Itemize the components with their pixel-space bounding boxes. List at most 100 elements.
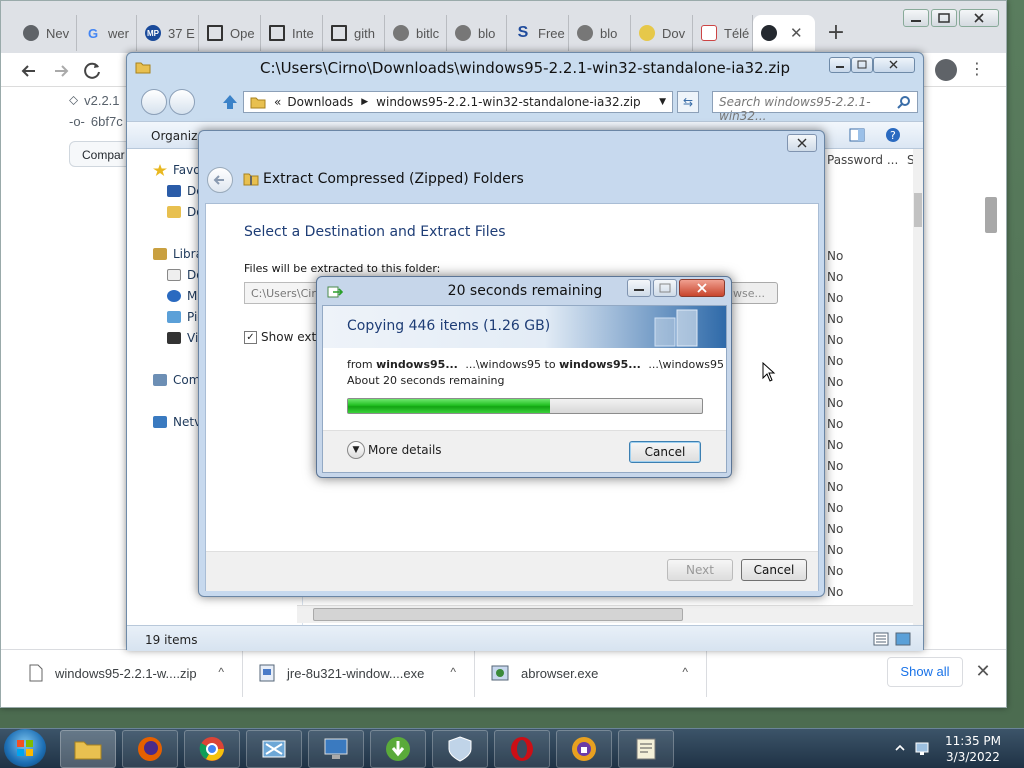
menu-kebab-icon[interactable]: ⋮ [969,59,985,81]
explorer-minimize-button[interactable] [829,57,851,73]
taskbar-chrome[interactable] [184,730,240,768]
from-word: from [347,358,373,371]
download-item-3[interactable]: abrowser.exe ^ [475,649,707,697]
nav-network[interactable]: Netv [153,415,201,429]
organize-menu[interactable]: Organize [151,129,205,143]
horizontal-scrollbar[interactable] [297,605,913,623]
download-item-2[interactable]: jre-8u321-window....exe ^ [243,649,475,697]
more-details-toggle[interactable]: ▼ More details [347,441,442,459]
chrome-icon [23,25,39,41]
scrollbar-thumb[interactable] [914,193,922,227]
forward-button[interactable] [47,57,75,85]
chevron-up-icon[interactable]: ^ [218,665,224,679]
globe-icon [455,25,471,41]
taskbar-app-network[interactable] [246,730,302,768]
tab-2[interactable]: G wer [77,15,137,51]
breadcrumb-overflow[interactable]: « [274,95,281,109]
commit-hash[interactable]: -o- 6bf7c [69,114,123,129]
breadcrumb-zip[interactable]: windows95-2.2.1-win32-standalone-ia32.zi… [376,95,641,109]
copy-minimize-button[interactable] [627,279,651,297]
help-icon[interactable]: ? [885,127,901,143]
network-icon [153,416,167,428]
search-input[interactable]: Search windows95-2.2.1-win32... [712,91,918,123]
nav-libraries[interactable]: Libra [153,247,203,261]
show-all-downloads-button[interactable]: Show all [887,657,963,687]
copy-close-button[interactable] [679,279,725,297]
close-icon [889,60,898,69]
taskbar-app-shield[interactable] [432,730,488,768]
start-button[interactable] [4,729,46,767]
details-view-icon[interactable] [873,632,889,646]
close-tab-icon[interactable]: ✕ [790,24,803,42]
vertical-scrollbar[interactable] [913,149,923,625]
tab-4[interactable]: Ope [199,15,261,51]
notes-icon [636,738,656,760]
chevron-up-icon[interactable]: ^ [682,665,688,679]
taskbar-app-lock[interactable] [556,730,612,768]
file-icon [29,664,43,682]
chevron-up-icon[interactable]: ^ [450,665,456,679]
explorer-forward-button[interactable] [169,89,195,115]
back-button[interactable] [15,57,43,85]
tab-github-active[interactable]: ✕ [753,15,815,51]
new-tab-button[interactable]: + [823,21,849,47]
tab-1[interactable]: Nev [15,15,77,51]
copy-cancel-button[interactable]: Cancel [629,441,701,463]
close-download-bar-icon[interactable]: ✕ [973,661,993,683]
system-clock[interactable]: 11:35 PM 3/3/2022 [938,733,1008,767]
explorer-close-button[interactable] [873,57,915,73]
taskbar-opera[interactable] [494,730,550,768]
tab-5[interactable]: Inte [261,15,323,51]
explorer-maximize-button[interactable] [851,57,873,73]
taskbar-firefox[interactable] [122,730,178,768]
nav-computer[interactable]: Com [153,373,200,387]
minimize-button[interactable] [903,9,929,27]
column-password[interactable]: Password ... [827,153,898,167]
tab-7[interactable]: bitlc [385,15,447,51]
wizard-close-button[interactable] [787,134,817,152]
hscroll-thumb[interactable] [313,608,683,621]
tray-chevron-icon[interactable] [894,742,906,754]
profile-avatar[interactable] [935,59,957,81]
copy-maximize-button[interactable] [653,279,677,297]
show-files-checkbox[interactable]: ✓ [244,330,257,344]
tab-3[interactable]: MP 37 E [137,15,199,51]
taskbar-app-monitor[interactable] [308,730,364,768]
release-tag[interactable]: ⬦ v2.2.1 [69,92,120,108]
breadcrumb-downloads[interactable]: Downloads [287,95,353,109]
explorer-back-button[interactable] [141,89,167,115]
page-scrollbar-thumb[interactable] [985,197,997,233]
close-window-button[interactable] [959,9,999,27]
globe-icon [393,25,409,41]
taskbar-app-notes[interactable] [618,730,674,768]
wizard-cancel-button[interactable]: Cancel [741,559,807,581]
wizard-back-button[interactable] [207,167,233,193]
download-item-1[interactable]: windows95-2.2.1-w....zip ^ [1,649,243,697]
star-icon [153,164,167,176]
next-button[interactable]: Next [667,559,733,581]
mouse-cursor-icon [762,362,776,382]
reload-button[interactable] [79,57,107,85]
tab-9[interactable]: S Free [507,15,569,51]
to-folder-link[interactable]: windows95... [559,358,641,371]
nav-favorites[interactable]: Favo [153,163,201,177]
maximize-icon [659,283,671,293]
tab-11[interactable]: Dov [631,15,693,51]
tab-8[interactable]: blo [447,15,507,51]
tab-12[interactable]: Télé [693,15,753,51]
folder-icon [74,741,102,760]
thumbnail-view-icon[interactable] [895,632,911,646]
up-arrow-icon[interactable] [221,93,239,111]
mp-icon: MP [145,25,161,41]
tab-10[interactable]: blo [569,15,631,51]
from-folder-link[interactable]: windows95... [376,358,458,371]
dropdown-arrow-icon[interactable]: ▼ [659,97,666,107]
network-tray-icon[interactable] [914,740,932,756]
address-bar[interactable]: « Downloads ▶ windows95-2.2.1-win32-stan… [243,91,673,113]
taskbar-explorer[interactable] [60,730,116,768]
refresh-icon[interactable]: ⇆ [677,91,699,113]
preview-pane-icon[interactable] [849,128,865,142]
tab-6[interactable]: gith [323,15,385,51]
maximize-button[interactable] [931,9,957,27]
taskbar-app-download[interactable] [370,730,426,768]
